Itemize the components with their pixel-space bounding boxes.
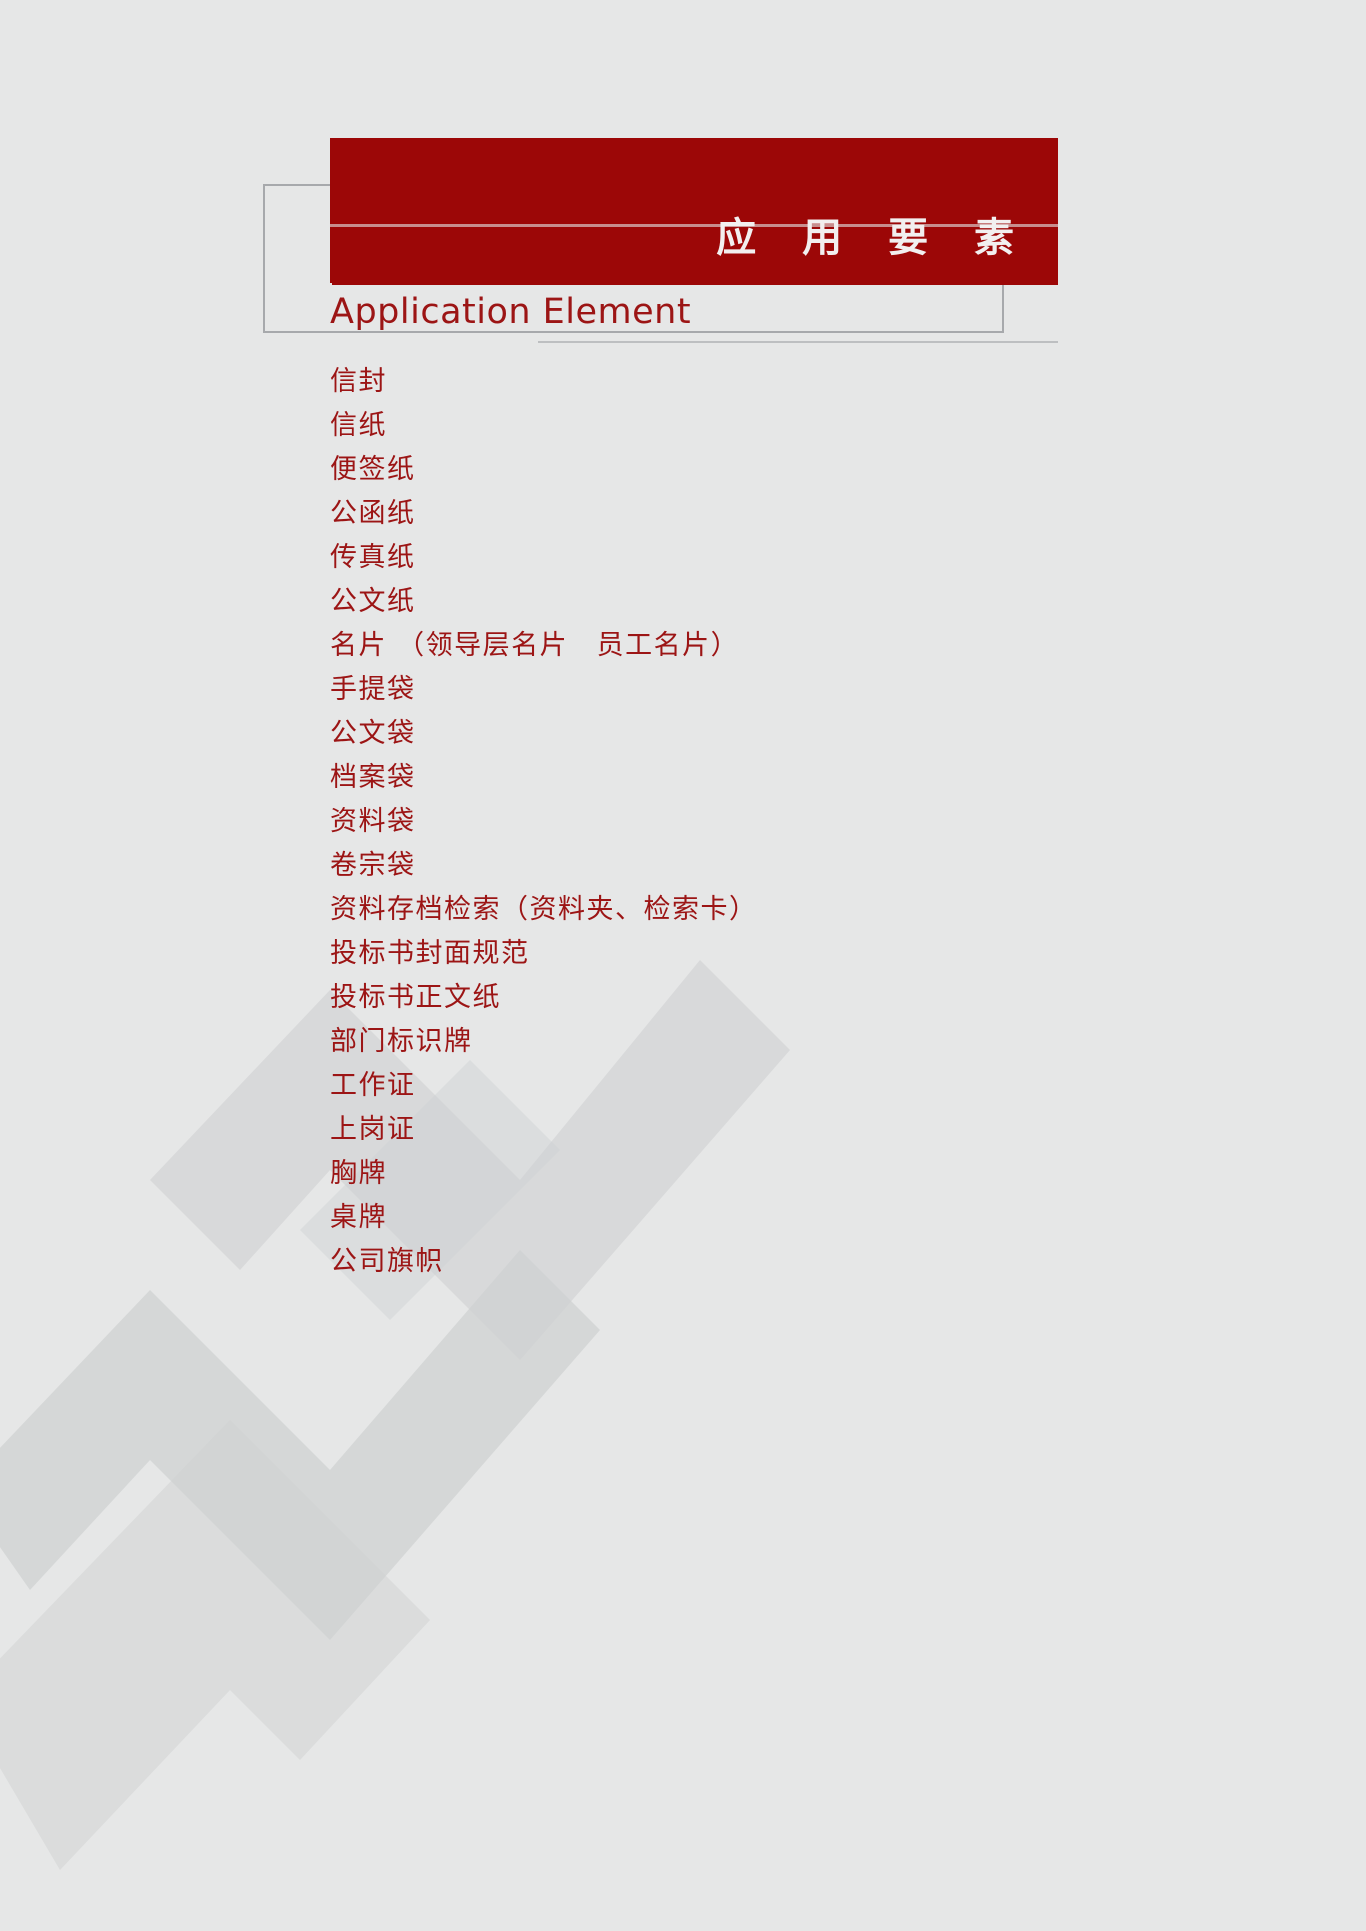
document-page: 应 用 要 素 Application Element 信封 信纸 便签纸 公函…: [0, 0, 1366, 1931]
list-item: 公函纸: [330, 498, 416, 529]
list-item: 资料袋: [330, 806, 416, 837]
list-item: 便签纸: [330, 454, 416, 485]
list-item: 资料存档检索（资料夹、检索卡）: [330, 894, 758, 925]
list-item: 投标书正文纸: [330, 982, 501, 1013]
list-item: 部门标识牌: [330, 1026, 473, 1057]
list-item: 公司旗帜: [330, 1246, 444, 1277]
list-item: 档案袋: [330, 762, 416, 793]
list-item: 胸牌: [330, 1158, 387, 1189]
list-item: 上岗证: [330, 1114, 416, 1145]
page-title-english: Application Element: [330, 292, 692, 332]
list-item: 工作证: [330, 1070, 416, 1101]
list-item: 卷宗袋: [330, 850, 416, 881]
list-item: 公文纸: [330, 586, 416, 617]
header-bottom-rule: [538, 341, 1058, 343]
list-item: 名片 （领导层名片 员工名片）: [330, 630, 740, 661]
list-item: 信纸: [330, 410, 387, 441]
list-item: 公文袋: [330, 718, 416, 749]
list-item: 桌牌: [330, 1202, 387, 1233]
list-item: 手提袋: [330, 674, 416, 705]
list-item: 传真纸: [330, 542, 416, 573]
list-item: 投标书封面规范: [330, 938, 530, 969]
list-item: 信封: [330, 366, 387, 397]
application-element-list: 信封 信纸 便签纸 公函纸 传真纸 公文纸 名片 （领导层名片 员工名片） 手提…: [330, 360, 1110, 1284]
page-title-chinese: 应 用 要 素: [716, 214, 1030, 261]
